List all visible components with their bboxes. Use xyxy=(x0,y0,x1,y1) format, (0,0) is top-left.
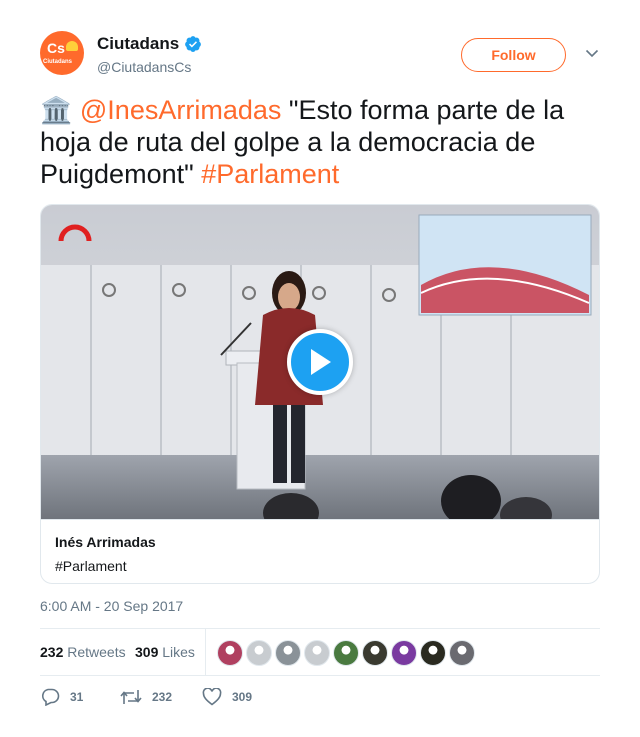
liker-avatar[interactable] xyxy=(420,640,446,666)
avatar[interactable]: Cs Ciutadans xyxy=(40,31,84,75)
liker-avatar[interactable] xyxy=(362,640,388,666)
play-button[interactable] xyxy=(287,329,353,395)
follow-button[interactable]: Follow xyxy=(461,38,566,72)
liker-avatar[interactable] xyxy=(449,640,475,666)
hashtag-link[interactable]: #Parlament xyxy=(201,159,339,189)
likes-stat[interactable]: 309 Likes xyxy=(135,644,195,660)
avatar-logo-text: Cs xyxy=(47,40,65,56)
chevron-down-icon[interactable] xyxy=(584,45,600,61)
liker-avatar[interactable] xyxy=(391,640,417,666)
tweet-timestamp[interactable]: 6:00 AM - 20 Sep 2017 xyxy=(40,598,183,614)
retweet-stat-count: 232 xyxy=(40,644,64,660)
liker-avatar[interactable] xyxy=(246,640,272,666)
card-description: #Parlament xyxy=(55,558,127,574)
mention-link[interactable]: @InesArrimadas xyxy=(80,95,281,125)
liker-avatar[interactable] xyxy=(275,640,301,666)
reply-count: 31 xyxy=(70,690,84,704)
tweet-text: 🏛️ @InesArrimadas "Esto forma parte de l… xyxy=(40,94,600,190)
liker-avatars xyxy=(217,640,478,666)
display-name[interactable]: Ciutadans xyxy=(97,34,179,54)
liker-avatar[interactable] xyxy=(333,640,359,666)
retweet-stat[interactable]: 232 Retweets xyxy=(40,644,126,660)
stats-divider xyxy=(205,629,206,675)
classical-building-icon: 🏛️ xyxy=(40,95,73,125)
video-player[interactable] xyxy=(41,205,599,519)
name-row: Ciutadans xyxy=(97,34,202,54)
card-title: Inés Arrimadas xyxy=(55,534,156,550)
card-meta[interactable]: Inés Arrimadas #Parlament xyxy=(41,519,599,583)
retweet-button[interactable]: 232 xyxy=(120,688,172,706)
tweet-header: Cs Ciutadans Ciutadans @CiutadansCs Foll… xyxy=(40,31,600,79)
retweet-stat-label: Retweets xyxy=(67,644,126,660)
tweet-stats: 232 Retweets 309 Likes xyxy=(40,628,600,676)
heart-icon xyxy=(202,688,222,706)
liker-avatar[interactable] xyxy=(217,640,243,666)
retweet-count: 232 xyxy=(152,690,173,704)
likes-stat-count: 309 xyxy=(135,644,159,660)
liker-avatar[interactable] xyxy=(304,640,330,666)
account-handle[interactable]: @CiutadansCs xyxy=(97,59,191,75)
like-count: 309 xyxy=(232,690,253,704)
logo-heart-icon xyxy=(66,41,78,51)
avatar-logo-subtext: Ciutadans xyxy=(43,59,73,65)
play-icon xyxy=(311,349,331,375)
tweet-actions: 31 232 309 xyxy=(40,688,600,708)
media-card[interactable]: Inés Arrimadas #Parlament xyxy=(40,204,600,584)
reply-icon xyxy=(42,688,60,706)
likes-stat-label: Likes xyxy=(162,644,195,660)
retweet-icon xyxy=(120,690,142,704)
verified-badge-icon xyxy=(185,36,202,52)
reply-button[interactable]: 31 xyxy=(40,688,83,706)
like-button[interactable]: 309 xyxy=(202,688,252,706)
